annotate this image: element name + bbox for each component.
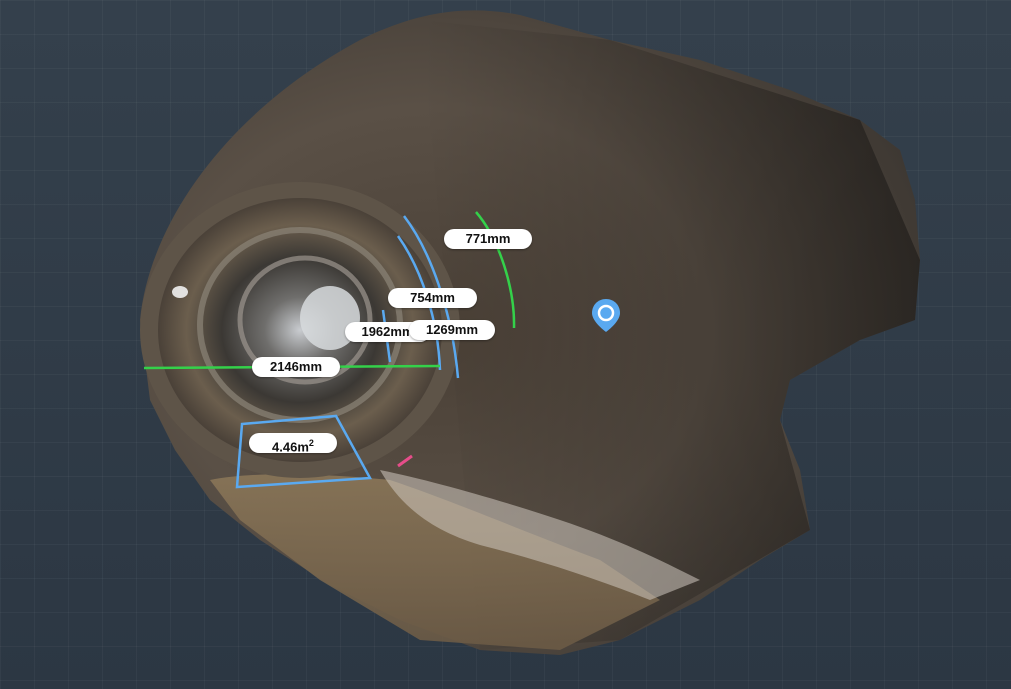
3d-viewport[interactable]: 771mm 754mm 1962mm 1269mm 2146mm 4.46m2 bbox=[0, 0, 1011, 689]
measure-label-771[interactable]: 771mm bbox=[444, 229, 532, 249]
pipe-glare bbox=[172, 286, 188, 298]
location-pin-icon[interactable] bbox=[590, 298, 622, 334]
area-value: 4.46m bbox=[272, 439, 309, 453]
pipe-point-cloud[interactable] bbox=[0, 0, 1011, 689]
measure-label-2146[interactable]: 2146mm bbox=[252, 357, 340, 377]
measure-label-1269[interactable]: 1269mm bbox=[409, 320, 495, 340]
area-label[interactable]: 4.46m2 bbox=[249, 433, 337, 453]
measure-label-754[interactable]: 754mm bbox=[388, 288, 477, 308]
area-unit-sup: 2 bbox=[308, 438, 314, 448]
